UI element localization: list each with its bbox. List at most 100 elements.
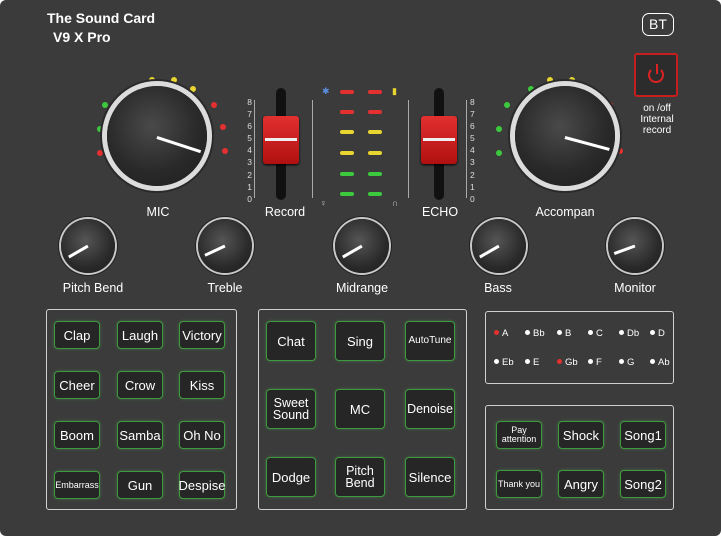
mc-button[interactable]: MC [335,389,385,429]
mic-knob-indicator [156,136,202,153]
accompan-led [569,77,575,83]
vu-led [368,151,382,155]
key-g[interactable]: G [619,357,634,368]
bass-knob-indicator [479,245,500,259]
key-e[interactable]: E [525,357,539,368]
treble-label: Treble [207,281,243,295]
accompan-label: Accompan [535,205,595,219]
mic-led [211,102,217,108]
key-db[interactable]: Db [619,328,639,339]
accompan-led [504,102,510,108]
shock-button[interactable]: Shock [558,421,604,449]
victory-button[interactable]: Victory [179,321,225,349]
key-b[interactable]: B [557,328,571,339]
bluetooth-icon: ✱ [322,86,330,96]
despise-button[interactable]: Despise [179,471,225,499]
accompan-led [615,124,621,130]
midrange-knob[interactable] [335,219,389,273]
bluetooth-button[interactable]: BT [642,13,674,36]
mic-knob[interactable] [107,86,207,186]
vu-led [340,151,354,155]
record-ticks [254,100,261,198]
bass-label: Bass [484,281,512,295]
cheer-button[interactable]: Cheer [54,371,100,399]
kiss-button[interactable]: Kiss [179,371,225,399]
key-eb[interactable]: Eb [494,357,514,368]
vu-led [368,172,382,176]
vu-meter: ✱ ▮ ♀ ∩ [318,84,408,209]
mic-led [149,77,155,83]
key-ab[interactable]: Ab [650,357,670,368]
vu-led [340,130,354,134]
bass-knob[interactable] [472,219,526,273]
angry-button[interactable]: Angry [558,470,604,498]
monitor-knob[interactable] [608,219,662,273]
pitch-bend-button[interactable]: Pitch Bend [335,457,385,497]
embarrass-button[interactable]: Embarrass [54,471,100,499]
vu-led [340,192,354,196]
record-ticks [306,100,313,198]
echo-scale: 876543210 [470,97,475,204]
samba-button[interactable]: Samba [117,421,163,449]
accompan-led [617,148,623,154]
monitor-label: Monitor [614,281,656,295]
vu-led [340,172,354,176]
record-scale: 876543210 [247,97,252,204]
key-selector-box [485,311,674,384]
echo-ticks [460,100,467,198]
vu-led [340,110,354,114]
vu-led [368,110,382,114]
accompan-knob[interactable] [515,86,615,186]
echo-label: ECHO [421,205,459,219]
sound-card-panel: The Sound Card V9 X Pro BT on /off Intern… [0,0,721,536]
key-gb[interactable]: Gb [557,357,578,368]
crow-button[interactable]: Crow [117,371,163,399]
pitch-bend-knob-indicator [68,245,89,259]
key-f[interactable]: F [588,357,602,368]
battery-icon: ▮ [392,86,397,96]
record-label: Record [264,205,306,219]
oh-no-button[interactable]: Oh No [179,421,225,449]
key-a[interactable]: A [494,328,508,339]
autotune-button[interactable]: AutoTune [405,321,455,361]
key-d[interactable]: D [650,328,665,339]
silence-button[interactable]: Silence [405,457,455,497]
treble-knob[interactable] [198,219,252,273]
thank-you-button[interactable]: Thank you [496,470,542,498]
headphone-icon: ∩ [392,198,399,208]
song2-button[interactable]: Song2 [620,470,666,498]
chat-button[interactable]: Chat [266,321,316,361]
mic-led [220,124,226,130]
treble-knob-indicator [204,245,226,257]
product-model: V9 X Pro [53,29,111,45]
mic-led [102,102,108,108]
accompan-led [607,102,613,108]
sweet-sound-button[interactable]: Sweet Sound [266,389,316,429]
echo-ticks [408,100,415,198]
dodge-button[interactable]: Dodge [266,457,316,497]
key-c[interactable]: C [588,328,603,339]
key-bb[interactable]: Bb [525,328,545,339]
vu-led [368,90,382,94]
denoise-button[interactable]: Denoise [405,389,455,429]
boom-button[interactable]: Boom [54,421,100,449]
midrange-knob-indicator [342,245,363,259]
sing-button[interactable]: Sing [335,321,385,361]
mic-led [97,150,103,156]
pay-attention-button[interactable]: Pay attention [496,421,542,449]
song1-button[interactable]: Song1 [620,421,666,449]
gun-button[interactable]: Gun [117,471,163,499]
midrange-label: Midrange [335,281,389,295]
laugh-button[interactable]: Laugh [117,321,163,349]
pitch-bend-knob[interactable] [61,219,115,273]
mic-led [222,148,228,154]
clap-button[interactable]: Clap [54,321,100,349]
echo-fader[interactable] [421,116,457,164]
record-fader[interactable] [263,116,299,164]
mic-icon: ♀ [320,198,327,208]
vu-led [368,130,382,134]
power-button[interactable] [634,53,678,97]
mic-label: MIC [146,205,170,219]
product-title: The Sound Card [47,10,156,26]
mic-led [171,77,177,83]
